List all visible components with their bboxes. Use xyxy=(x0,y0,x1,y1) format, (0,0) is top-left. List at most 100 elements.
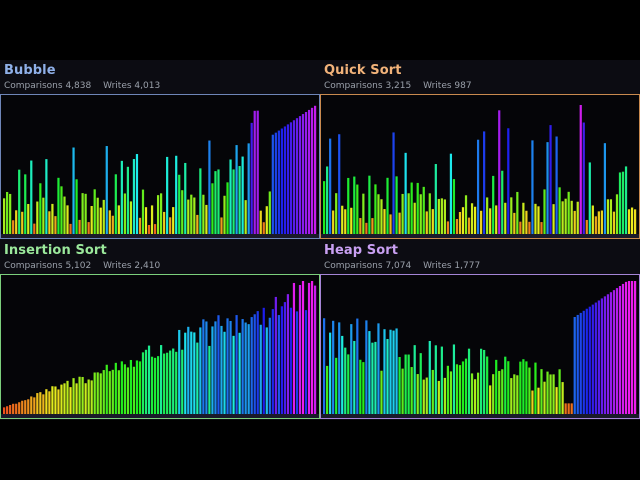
array-bar xyxy=(105,364,108,414)
array-bar xyxy=(226,182,229,234)
array-bar xyxy=(63,383,66,414)
comparisons-label: Comparisons xyxy=(324,261,383,271)
array-bar xyxy=(621,171,625,234)
array-bar xyxy=(510,378,513,414)
array-bar xyxy=(555,136,558,234)
array-bar xyxy=(108,371,111,414)
array-bar xyxy=(211,183,214,234)
array-bar xyxy=(301,114,305,234)
array-bar xyxy=(401,368,404,414)
array-bar xyxy=(214,171,217,234)
array-bar xyxy=(12,403,15,414)
array-bar xyxy=(153,357,157,414)
array-bar xyxy=(48,211,51,234)
array-bar xyxy=(283,302,287,414)
array-bar xyxy=(51,203,54,234)
array-bar xyxy=(395,328,398,414)
array-bar xyxy=(561,201,564,234)
array-bar xyxy=(392,132,395,234)
array-bar xyxy=(223,195,226,234)
array-bar xyxy=(440,346,443,414)
array-bar xyxy=(555,387,558,414)
array-bar xyxy=(160,193,163,234)
array-bar xyxy=(232,335,235,414)
array-bar xyxy=(591,205,594,234)
array-bar xyxy=(501,170,504,234)
array-bar xyxy=(630,207,634,234)
bar-area xyxy=(0,94,320,239)
array-bar xyxy=(163,353,166,414)
writes-label: Writes xyxy=(423,261,452,271)
array-bar xyxy=(519,221,522,234)
array-bar xyxy=(624,281,628,414)
array-bar xyxy=(286,124,290,234)
array-bar xyxy=(428,340,431,414)
array-bar xyxy=(256,311,259,414)
array-bar xyxy=(359,218,362,234)
array-bar xyxy=(332,210,335,234)
array-bar xyxy=(458,212,462,234)
array-bar xyxy=(78,376,81,414)
array-bar xyxy=(33,397,36,414)
array-bar xyxy=(498,370,501,414)
array-bar xyxy=(573,317,576,414)
array-bar xyxy=(108,210,111,234)
panel-title: Heap Sort xyxy=(324,243,399,258)
array-bar xyxy=(42,394,45,414)
array-bar xyxy=(120,160,123,234)
array-bar xyxy=(341,335,344,414)
array-bar xyxy=(135,154,139,234)
writes-value: 1,777 xyxy=(454,261,481,271)
array-bar xyxy=(422,379,425,414)
array-bar xyxy=(419,353,422,414)
letterbox-top xyxy=(0,0,640,60)
array-bar xyxy=(102,199,105,234)
letterbox-bottom xyxy=(0,420,640,480)
array-bar xyxy=(516,375,519,414)
array-bar xyxy=(298,285,302,414)
array-bar xyxy=(546,371,549,414)
array-bar xyxy=(612,290,616,414)
array-bar xyxy=(30,396,33,414)
array-bar xyxy=(90,380,93,414)
array-bar xyxy=(307,109,311,234)
array-bar xyxy=(576,314,579,414)
array-bar xyxy=(353,340,356,414)
array-bar xyxy=(153,224,157,234)
array-bar xyxy=(552,374,555,414)
array-bar xyxy=(413,202,416,234)
array-bar xyxy=(277,130,280,234)
array-bar xyxy=(66,380,69,414)
array-bar xyxy=(404,354,407,414)
baseline xyxy=(321,234,639,238)
array-bar xyxy=(458,365,462,414)
writes-value: 2,410 xyxy=(134,261,161,271)
array-bar xyxy=(138,361,142,414)
array-bar xyxy=(199,168,202,234)
array-bar xyxy=(36,201,39,234)
array-bar xyxy=(603,143,607,234)
array-bar xyxy=(392,330,395,414)
array-bar xyxy=(262,307,265,414)
comparisons-value: 5,102 xyxy=(65,261,92,271)
array-bar xyxy=(416,182,419,234)
array-bar xyxy=(540,222,543,234)
array-bar xyxy=(117,370,120,414)
array-bar xyxy=(292,120,296,234)
array-bar xyxy=(226,318,229,414)
array-bar xyxy=(350,207,353,234)
array-bar xyxy=(111,215,114,234)
array-bar xyxy=(486,356,489,414)
array-bar xyxy=(570,200,573,234)
quick-sort-panel: Quick Sort Comparisons 3,215 Writes 987 xyxy=(320,60,640,240)
array-bar xyxy=(371,218,374,234)
array-bar xyxy=(356,318,359,414)
array-bar xyxy=(259,324,262,414)
array-bar xyxy=(377,323,380,414)
array-bar xyxy=(561,382,564,414)
array-bar xyxy=(618,286,622,414)
array-bar xyxy=(609,199,613,234)
bar-chart xyxy=(321,104,639,238)
panel-stats: Comparisons 3,215 Writes 987 xyxy=(324,81,472,91)
array-bar xyxy=(156,356,160,414)
